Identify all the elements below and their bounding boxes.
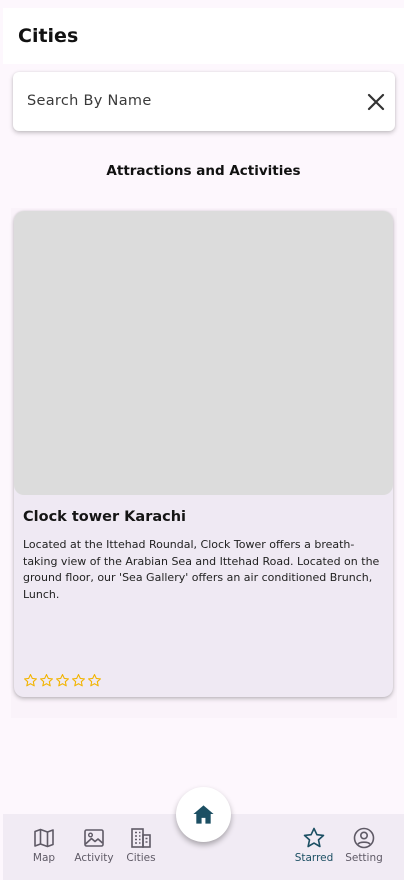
star-outline-icon[interactable]	[23, 673, 38, 688]
nav-label-cities: Cities	[126, 852, 156, 864]
account-circle-icon	[352, 826, 376, 850]
card-title: Clock tower Karachi	[23, 509, 187, 525]
close-icon[interactable]	[366, 92, 386, 112]
app-bar: Cities	[3, 8, 404, 64]
map-icon	[32, 826, 56, 850]
home-icon	[193, 805, 214, 824]
nav-item-setting[interactable]: Setting	[339, 826, 389, 874]
app-screen: Cities Attractions and Activities Clock …	[3, 8, 404, 880]
nav-item-map[interactable]: Map	[19, 826, 69, 874]
search-input[interactable]	[27, 89, 347, 113]
nav-item-cities[interactable]: Cities	[116, 826, 166, 874]
card-image-placeholder	[14, 211, 393, 495]
nav-item-starred[interactable]: Starred	[289, 826, 339, 874]
search-bar	[13, 72, 395, 131]
section-title: Attractions and Activities	[106, 163, 301, 179]
star-outline-icon[interactable]	[39, 673, 54, 688]
nav-label-starred: Starred	[294, 852, 334, 864]
card-description: Located at the Ittehad Roundal, Clock To…	[23, 538, 380, 601]
star-outline-icon[interactable]	[71, 673, 86, 688]
nav-item-activity[interactable]: Activity	[69, 826, 119, 874]
star-icon	[302, 826, 326, 850]
nav-label-setting: Setting	[345, 852, 383, 864]
image-icon	[82, 826, 106, 850]
attraction-card[interactable]: Clock tower Karachi Located at the Itteh…	[14, 211, 393, 697]
star-rating	[23, 673, 102, 689]
star-outline-icon[interactable]	[55, 673, 70, 688]
nav-label-activity: Activity	[74, 852, 114, 864]
page-title: Cities	[18, 25, 79, 47]
building-icon	[129, 826, 153, 850]
star-outline-icon[interactable]	[87, 673, 102, 688]
nav-label-map: Map	[32, 852, 56, 864]
home-button[interactable]	[176, 787, 231, 842]
